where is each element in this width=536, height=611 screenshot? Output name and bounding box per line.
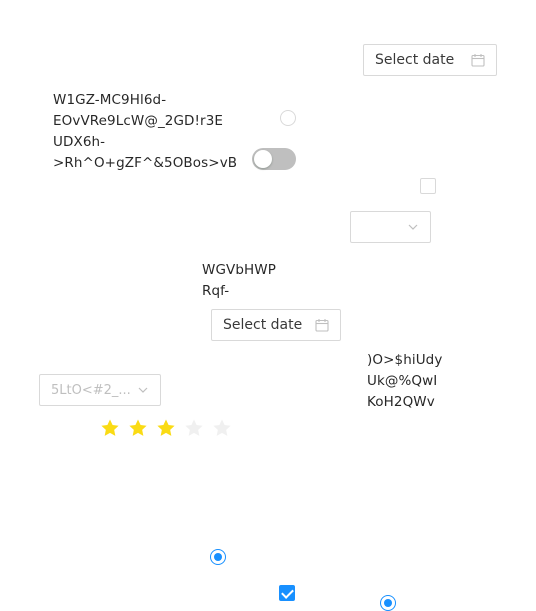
checkbox-checked[interactable]	[279, 585, 295, 601]
star-icon[interactable]	[156, 418, 176, 438]
radio-checked-2[interactable]	[380, 595, 396, 611]
text-line: Uk@%QwI	[367, 373, 438, 389]
toggle-switch[interactable]	[252, 148, 296, 170]
text-line: WGVbHWP	[202, 262, 276, 278]
select-empty[interactable]	[350, 211, 431, 243]
chevron-down-icon	[407, 221, 419, 233]
text-block-3: )O>$hiUdy Uk@%QwI KoH2QWv	[367, 350, 442, 413]
radio-unchecked-1[interactable]	[280, 110, 296, 126]
star-icon[interactable]	[184, 418, 204, 438]
radio-checked-1[interactable]	[210, 549, 226, 565]
text-line: >Rh^O+gZF^&5OBos>vB	[53, 155, 238, 171]
text-line: UDX6h-	[53, 134, 106, 150]
calendar-icon	[471, 53, 485, 67]
checkbox-unchecked[interactable]	[420, 178, 436, 194]
date-picker-placeholder: Select date	[375, 52, 455, 68]
date-picker-middle[interactable]: Select date	[211, 309, 341, 341]
select-value: 5LtO<#2_...	[51, 382, 131, 398]
star-icon[interactable]	[100, 418, 120, 438]
select-left[interactable]: 5LtO<#2_...	[39, 374, 161, 406]
star-icon[interactable]	[128, 418, 148, 438]
text-line: EOvVRe9LcW@_2GD!r3E	[53, 113, 224, 129]
text-line: )O>$hiUdy	[367, 352, 443, 368]
switch-knob	[254, 150, 272, 168]
date-picker-top[interactable]: Select date	[363, 44, 497, 76]
text-block-1: W1GZ-MC9Hl6d- EOvVRe9LcW@_2GD!r3E UDX6h-…	[53, 90, 237, 174]
text-line: Rqf-	[202, 283, 230, 299]
star-rating[interactable]	[100, 418, 232, 438]
star-icon[interactable]	[212, 418, 232, 438]
date-picker-placeholder: Select date	[223, 317, 303, 333]
text-block-2: WGVbHWP Rqf-	[202, 260, 276, 302]
text-line: W1GZ-MC9Hl6d-	[53, 92, 167, 108]
text-line: KoH2QWv	[367, 394, 435, 410]
calendar-icon	[315, 318, 329, 332]
chevron-down-icon	[137, 384, 149, 396]
